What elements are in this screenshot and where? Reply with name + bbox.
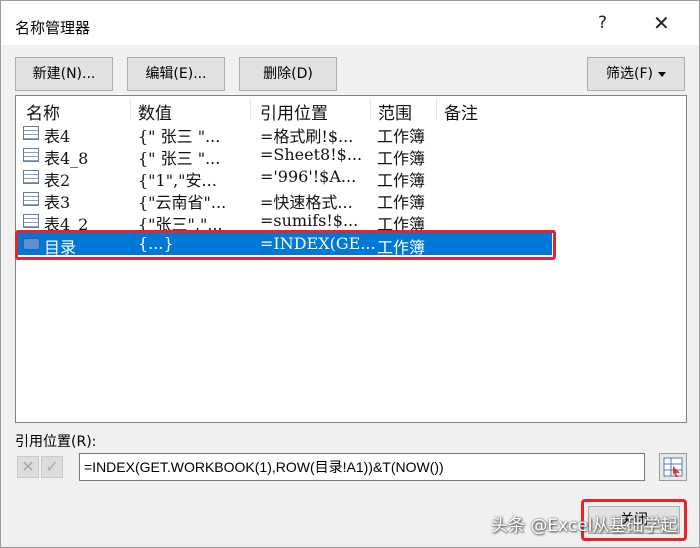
help-button[interactable]: ? bbox=[598, 13, 607, 33]
new-button[interactable]: 新建(N)... bbox=[15, 57, 113, 91]
selection-highlight-box bbox=[15, 230, 556, 260]
refers-to-cell: ='996'!$A... bbox=[260, 167, 357, 186]
delete-button[interactable]: 删除(D) bbox=[239, 57, 337, 91]
list-item[interactable]: 表2 {"1","安... ='996'!$A... 工作簿 bbox=[16, 166, 686, 190]
refers-to-input[interactable]: =INDEX(GET.WORKBOOK(1),ROW(目录!A1))&T(NOW… bbox=[79, 453, 645, 481]
column-header-name[interactable]: 名称 bbox=[26, 99, 60, 124]
watermark: 头条 @Excel从基础学起 bbox=[491, 516, 678, 536]
edit-button[interactable]: 编辑(E)... bbox=[127, 57, 225, 91]
table-icon bbox=[23, 192, 39, 206]
close-icon[interactable]: ✕ bbox=[653, 11, 670, 35]
refers-to-cell: =sumifs!$... bbox=[260, 211, 359, 230]
refers-to-label: 引用位置(R): bbox=[15, 434, 97, 450]
name-manager-dialog: 名称管理器 ? ✕ 新建(N)... 编辑(E)... 删除(D) 筛选(F) … bbox=[0, 0, 700, 548]
table-icon bbox=[23, 170, 39, 184]
list-header: 名称 数值 引用位置 范围 备注 bbox=[16, 96, 686, 124]
range-picker-icon bbox=[663, 457, 683, 477]
filter-button[interactable]: 筛选(F) bbox=[587, 57, 685, 91]
column-header-scope[interactable]: 范围 bbox=[378, 99, 412, 124]
table-icon bbox=[23, 148, 39, 162]
column-divider[interactable] bbox=[370, 98, 371, 120]
column-divider[interactable] bbox=[436, 98, 437, 120]
list-item[interactable]: 表4_2 {"张三","... =sumifs!$... 工作簿 bbox=[16, 210, 686, 234]
column-divider[interactable] bbox=[250, 98, 251, 120]
table-icon bbox=[23, 214, 39, 228]
list-item[interactable]: 表4_8 {" 张三 "... =Sheet8!$... 工作簿 bbox=[16, 144, 686, 168]
title-bar: 名称管理器 ? ✕ bbox=[1, 1, 699, 45]
cancel-edit-icon[interactable]: ✕ bbox=[17, 456, 39, 478]
list-item[interactable]: 表3 {"云南省"... =快速格式... 工作簿 bbox=[16, 188, 686, 212]
filter-label: 筛选(F) bbox=[606, 66, 653, 82]
column-header-value[interactable]: 数值 bbox=[138, 99, 172, 124]
confirm-edit-icon[interactable]: ✓ bbox=[41, 456, 63, 478]
column-divider[interactable] bbox=[130, 98, 131, 120]
list-item[interactable]: 表4 {" 张三 "... =格式刷!$... 工作簿 bbox=[16, 122, 686, 146]
refers-to-cell: =Sheet8!$... bbox=[260, 145, 363, 164]
column-header-comment[interactable]: 备注 bbox=[444, 99, 478, 124]
range-picker-button[interactable] bbox=[659, 453, 687, 481]
dialog-title: 名称管理器 bbox=[15, 19, 91, 37]
column-header-refers-to[interactable]: 引用位置 bbox=[260, 99, 328, 124]
table-icon bbox=[23, 126, 39, 140]
chevron-down-icon bbox=[657, 71, 666, 77]
